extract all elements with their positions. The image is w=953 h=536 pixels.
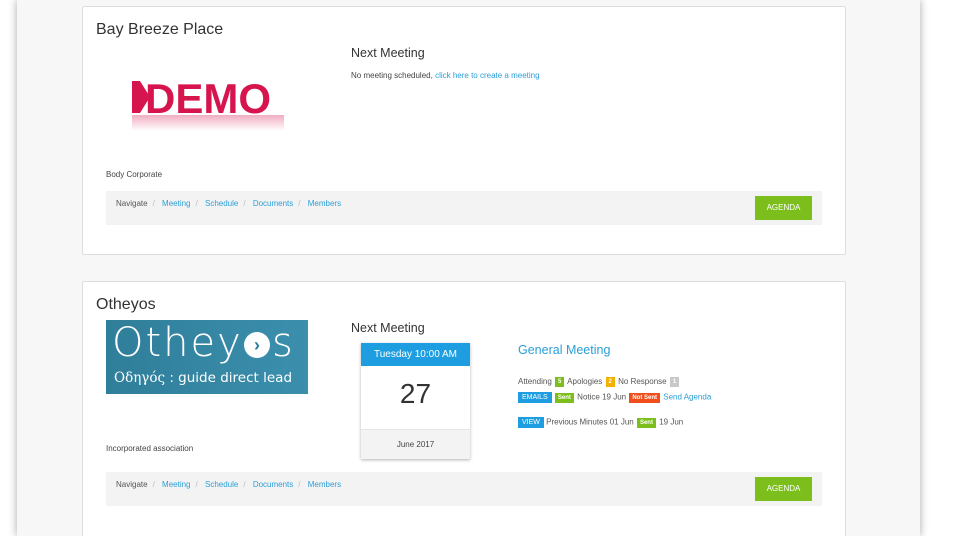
nav-members-link[interactable]: Members <box>308 199 341 208</box>
nav-documents-link[interactable]: Documents <box>253 480 293 489</box>
nav-meeting-link[interactable]: Meeting <box>162 199 190 208</box>
navigate-bar: Navigate / Meeting / Schedule / Documents / … <box>106 191 822 225</box>
page-container: Bay Breeze Place DEMO Next Meeting No me… <box>17 0 920 536</box>
emails-row: EMAILS Sent Notice 19 Jun Not Sent Send … <box>518 392 711 403</box>
nav-schedule-link[interactable]: Schedule <box>205 480 238 489</box>
demo-logo: DEMO <box>132 75 284 131</box>
navigate-bar: Navigate / Meeting / Schedule / Documents / … <box>106 472 822 506</box>
meeting-title-link[interactable]: General Meeting <box>518 343 610 357</box>
minutes-sent-date: 19 Jun <box>659 417 684 427</box>
attendance-row: Attending 5 Apologies 2 No Response 1 <box>518 377 680 387</box>
calendar-month: June 2017 <box>361 429 470 459</box>
nav-meeting-link[interactable]: Meeting <box>162 480 190 489</box>
next-meeting-heading: Next Meeting <box>351 321 425 335</box>
logo-greek-text: Οδηγός <box>114 370 166 386</box>
property-title: Bay Breeze Place <box>96 21 224 38</box>
not-sent-badge: Not Sent <box>629 392 660 403</box>
arrow-right-icon: › <box>244 332 270 358</box>
previous-minutes-text: Previous Minutes 01 Jun <box>546 417 634 427</box>
minutes-sent-badge: Sent <box>636 417 656 428</box>
no-meeting-text: No meeting scheduled, click here to crea… <box>351 71 540 80</box>
calendar-day: 27 <box>399 378 432 409</box>
emails-button[interactable]: EMAILS <box>518 392 552 403</box>
agenda-button[interactable]: AGENDA <box>755 196 812 220</box>
logo-main-text-end: s <box>272 320 295 366</box>
send-agenda-link[interactable]: Send Agenda <box>663 393 711 402</box>
nav-members-link[interactable]: Members <box>308 480 341 489</box>
property-type: Incorporated association <box>106 444 194 453</box>
agenda-button[interactable]: AGENDA <box>755 477 812 501</box>
minutes-row: VIEW Previous Minutes 01 Jun Sent 19 Jun <box>518 417 683 428</box>
meeting-calendar[interactable]: Tuesday 10:00 AM 27 June 2017 <box>361 343 470 459</box>
attending-label: Attending <box>518 377 552 387</box>
sent-badge: Sent <box>554 392 574 403</box>
apologies-count-badge: 2 <box>605 377 615 387</box>
property-card: Otheyos Otheyo › s Οδηγός : guide direct… <box>82 281 846 536</box>
nav-schedule-link[interactable]: Schedule <box>205 199 238 208</box>
create-meeting-link[interactable]: click here to create a meeting <box>435 71 540 80</box>
property-type: Body Corporate <box>106 170 163 179</box>
apologies-label: Apologies <box>567 377 603 387</box>
calendar-header: Tuesday 10:00 AM <box>361 343 470 366</box>
otheyos-logo: Otheyo › s Οδηγός : guide direct lead <box>106 320 308 394</box>
attending-count-badge: 5 <box>555 377 565 387</box>
nav-documents-link[interactable]: Documents <box>253 199 293 208</box>
navigate-label: Navigate <box>116 199 148 208</box>
demo-logo-text: DEMO <box>145 75 271 122</box>
logo-tagline: : guide direct lead <box>169 370 293 386</box>
noresponse-count-badge: 1 <box>669 377 680 387</box>
navigate-label: Navigate <box>116 480 148 489</box>
next-meeting-heading: Next Meeting <box>351 46 425 60</box>
no-meeting-label: No meeting scheduled, <box>351 71 433 80</box>
notice-text: Notice 19 Jun <box>577 392 627 402</box>
property-card: Bay Breeze Place DEMO Next Meeting No me… <box>82 6 846 255</box>
property-title: Otheyos <box>96 296 156 313</box>
noresponse-label: No Response <box>618 377 667 387</box>
view-button[interactable]: VIEW <box>518 417 544 428</box>
